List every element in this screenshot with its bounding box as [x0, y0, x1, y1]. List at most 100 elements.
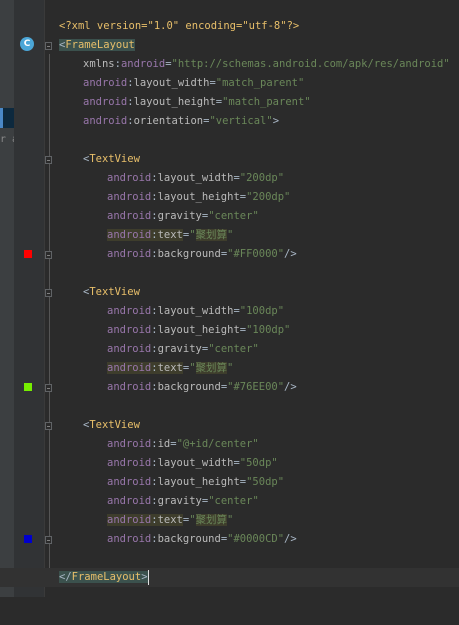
- tag-bracket: />: [284, 248, 297, 260]
- attr-name: background: [157, 533, 221, 545]
- code-line: android:background="#0000CD"/>: [0, 530, 459, 549]
- code-line: <?xml version="1.0" encoding="utf-8"?>: [0, 17, 459, 36]
- tag-name: TextView: [89, 286, 140, 298]
- tag-bracket: />: [284, 381, 297, 393]
- code-line: <TextView: [0, 150, 459, 169]
- attr-namespace: android: [107, 476, 152, 488]
- attr-name: layout_width: [157, 457, 234, 469]
- quote: ": [189, 514, 196, 526]
- attr-value: "200dp": [239, 172, 285, 184]
- attr-value: "center": [208, 210, 259, 222]
- code-editor[interactable]: <?xml version="1.0" encoding="utf-8"?> <…: [0, 0, 459, 597]
- code-line: android:gravity="center": [0, 340, 459, 359]
- code-line: android:background="#76EE00"/>: [0, 378, 459, 397]
- attr-namespace: android: [107, 210, 152, 222]
- code-line: xmlns:android="http://schemas.android.co…: [0, 55, 459, 74]
- code-line: android:text="聚划算": [0, 359, 459, 378]
- attr-value: "100dp": [246, 324, 291, 336]
- attr-name: background: [157, 381, 221, 393]
- attr-value: "@+id/center": [176, 438, 259, 450]
- attr-value: "match_parent": [215, 77, 305, 89]
- quote: ": [227, 362, 234, 374]
- attr-value: "200dp": [246, 191, 291, 203]
- code-line: android:layout_width="50dp": [0, 454, 459, 473]
- quote: ": [189, 229, 196, 241]
- attr-name: layout_height: [133, 96, 216, 108]
- tag-highlight: <FrameLayout: [59, 39, 135, 51]
- attr-name: background: [157, 248, 221, 260]
- attr-name: text: [157, 229, 183, 241]
- attr-name: layout_width: [157, 172, 234, 184]
- attr-name: layout_height: [157, 191, 240, 203]
- attr-namespace: android: [107, 533, 152, 545]
- attr-name: layout_width: [157, 305, 234, 317]
- attr-value: "match_parent": [222, 96, 311, 108]
- attr-namespace: android: [107, 191, 152, 203]
- code-line: <TextView: [0, 416, 459, 435]
- attr-value: 聚划算: [195, 229, 228, 241]
- attr-value: "http://schemas.android.com/apk/res/andr…: [171, 58, 450, 70]
- code-line: android:id="@+id/center": [0, 435, 459, 454]
- attr-namespace: android: [107, 438, 152, 450]
- attr-namespace: android: [107, 229, 152, 241]
- attr-namespace: android: [107, 514, 152, 526]
- code-line: android:text="聚划算": [0, 226, 459, 245]
- tag-bracket: >: [272, 115, 280, 127]
- attr-name: layout_height: [157, 476, 240, 488]
- attr-value: "#76EE00": [227, 381, 285, 393]
- attr-value: "center": [208, 495, 259, 507]
- quote: ": [227, 229, 234, 241]
- attr-namespace: xmlns: [83, 58, 115, 70]
- attr-namespace: android: [107, 362, 152, 374]
- attr-highlight: android:text: [107, 362, 183, 374]
- attr-namespace: android: [107, 381, 152, 393]
- attr-value: "center": [208, 343, 259, 355]
- attr-highlight: android:text: [107, 229, 183, 241]
- tag-name: TextView: [89, 419, 140, 431]
- attr-namespace: android: [107, 172, 152, 184]
- tag-bracket: </: [59, 571, 72, 583]
- code-line: android:gravity="center": [0, 492, 459, 511]
- text-caret: [147, 569, 149, 585]
- quote: ": [189, 362, 196, 374]
- quote: ": [227, 514, 234, 526]
- attr-namespace: android: [107, 248, 152, 260]
- code-line: android:text="聚划算": [0, 511, 459, 530]
- attr-name: layout_height: [157, 324, 240, 336]
- code-line: android:layout_height="200dp": [0, 188, 459, 207]
- attr-namespace: android: [83, 96, 128, 108]
- tag-bracket: />: [284, 533, 297, 545]
- attr-name: gravity: [157, 210, 202, 222]
- attr-name: gravity: [157, 343, 202, 355]
- attr-name: orientation: [133, 115, 204, 127]
- attr-namespace: android: [107, 495, 152, 507]
- attr-name: text: [157, 362, 183, 374]
- attr-highlight: android:text: [107, 514, 183, 526]
- attr-name: gravity: [157, 495, 202, 507]
- code-line: <FrameLayout: [0, 36, 459, 55]
- code-line: android:background="#FF0000"/>: [0, 245, 459, 264]
- code-line-current: </FrameLayout>: [0, 568, 459, 587]
- attr-value: "50dp": [246, 476, 285, 488]
- attr-namespace: android: [107, 305, 152, 317]
- attr-value: "vertical": [209, 115, 273, 127]
- attr-namespace: android: [107, 457, 152, 469]
- attr-value: "#FF0000": [227, 248, 285, 260]
- xml-declaration: <?xml version="1.0" encoding="utf-8"?>: [59, 20, 300, 32]
- attr-value: "50dp": [239, 457, 278, 469]
- code-line: android:layout_width="100dp": [0, 302, 459, 321]
- tag-name: FrameLayout: [71, 571, 142, 583]
- attr-namespace: android: [83, 115, 128, 127]
- code-line: android:orientation="vertical">: [0, 112, 459, 131]
- code-line: android:layout_height="100dp": [0, 321, 459, 340]
- attr-name: android: [120, 58, 166, 70]
- attr-name: layout_width: [133, 77, 210, 89]
- tag-highlight: </FrameLayout>: [59, 571, 148, 583]
- code-line: android:gravity="center": [0, 207, 459, 226]
- code-line: android:layout_height="match_parent": [0, 93, 459, 112]
- attr-namespace: android: [107, 343, 152, 355]
- attr-namespace: android: [107, 324, 152, 336]
- code-line: <TextView: [0, 283, 459, 302]
- attr-name: text: [157, 514, 183, 526]
- attr-value: "100dp": [239, 305, 285, 317]
